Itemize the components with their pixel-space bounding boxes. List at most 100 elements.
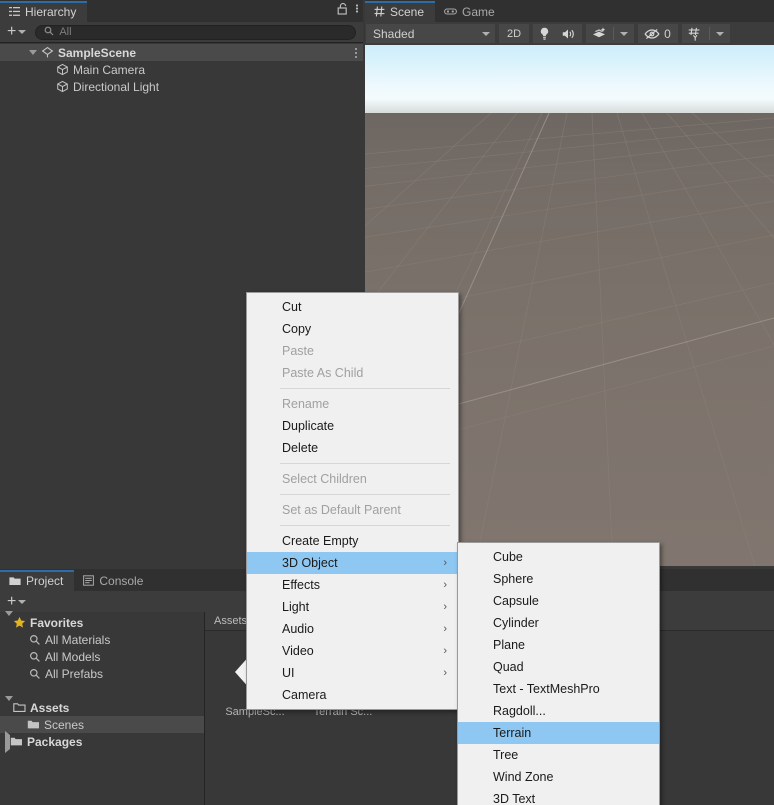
menu-item-label: Light — [282, 600, 310, 614]
menu-item-camera[interactable]: Camera — [247, 684, 458, 706]
tab-console-label: Console — [99, 573, 144, 588]
dimension-toggle-label: 2D — [507, 27, 522, 40]
menu-item-label: Text - TextMeshPro — [493, 682, 600, 696]
kebab-menu-icon[interactable] — [355, 2, 359, 20]
tab-game[interactable]: Game — [435, 1, 506, 22]
menu-item-label: UI — [282, 666, 295, 680]
project-tree-item-all-models[interactable]: All Models — [0, 648, 204, 665]
menu-item-light[interactable]: Light › — [247, 596, 458, 618]
project-tree: Favorites All Materials All Models All P… — [0, 610, 205, 805]
lightbulb-icon[interactable] — [533, 24, 556, 43]
submenu-item-tree[interactable]: Tree — [458, 744, 659, 766]
chevron-right-icon: › — [443, 557, 447, 569]
submenu-item-ragdoll[interactable]: Ragdoll... — [458, 700, 659, 722]
chevron-down-icon[interactable] — [710, 24, 730, 43]
menu-item-delete[interactable]: Delete — [247, 437, 458, 459]
menu-item-label: Delete — [282, 441, 319, 455]
speaker-icon[interactable] — [556, 24, 582, 43]
dimension-toggle-2d[interactable]: 2D — [499, 24, 530, 43]
menu-item-rename: Rename — [247, 393, 458, 415]
folder-open-icon — [13, 702, 26, 713]
menu-item-cut[interactable]: Cut — [247, 296, 458, 318]
search-icon — [44, 23, 54, 41]
expand-triangle-icon[interactable] — [26, 50, 39, 55]
eye-off-icon[interactable] — [638, 24, 663, 43]
submenu-item-cylinder[interactable]: Cylinder — [458, 612, 659, 634]
hierarchy-add-button[interactable]: + — [0, 23, 32, 42]
submenu-item-sphere[interactable]: Sphere — [458, 568, 659, 590]
submenu-item-wind-zone[interactable]: Wind Zone — [458, 766, 659, 788]
submenu-item-plane[interactable]: Plane — [458, 634, 659, 656]
submenu-item-cube[interactable]: Cube — [458, 546, 659, 568]
lock-open-icon[interactable] — [337, 2, 348, 20]
project-tree-label: All Prefabs — [45, 666, 104, 681]
chevron-down-icon — [18, 30, 27, 34]
hierarchy-item-label: Directional Light — [73, 79, 160, 94]
menu-item-3d-object[interactable]: 3D Object › — [247, 552, 458, 574]
submenu-item-3d-text[interactable]: 3D Text — [458, 788, 659, 805]
hierarchy-search-input[interactable]: All — [35, 23, 356, 41]
expand-triangle-icon[interactable] — [5, 610, 13, 630]
project-add-button[interactable]: + — [0, 592, 32, 611]
context-submenu-3d-object: Cube Sphere Capsule Cylinder Plane Quad … — [457, 542, 660, 805]
chevron-down-icon[interactable] — [614, 24, 634, 43]
chevron-right-icon: › — [443, 579, 447, 591]
scene-lighting-audio-group — [533, 24, 583, 43]
menu-item-duplicate[interactable]: Duplicate — [247, 415, 458, 437]
scene-icon — [41, 46, 54, 59]
gameobject-cube-icon — [56, 80, 69, 93]
project-tree-item-all-prefabs[interactable]: All Prefabs — [0, 665, 204, 682]
scene-visibility-group: 0 — [638, 24, 678, 43]
shading-mode-value: Shaded — [373, 26, 415, 41]
hierarchy-header-controls — [337, 0, 359, 21]
hierarchy-tabstrip: Hierarchy — [0, 0, 363, 22]
plus-icon: + — [7, 592, 17, 610]
tab-scene[interactable]: Scene — [365, 1, 436, 22]
effects-layers-icon[interactable] — [586, 24, 613, 43]
menu-item-label: 3D Object — [282, 556, 338, 570]
submenu-item-text-textmeshpro[interactable]: Text - TextMeshPro — [458, 678, 659, 700]
expand-triangle-icon[interactable] — [5, 695, 13, 715]
project-tree-item-packages[interactable]: Packages — [0, 730, 204, 753]
menu-item-label: Terrain — [493, 726, 532, 740]
menu-item-set-as-default-parent: Set as Default Parent — [247, 499, 458, 521]
shading-mode-dropdown[interactable]: Shaded — [366, 24, 495, 43]
menu-item-audio[interactable]: Audio › — [247, 618, 458, 640]
menu-item-label: Capsule — [493, 594, 539, 608]
menu-item-label: Sphere — [493, 572, 534, 586]
menu-item-effects[interactable]: Effects › — [247, 574, 458, 596]
menu-item-video[interactable]: Video › — [247, 640, 458, 662]
menu-separator — [280, 494, 450, 495]
menu-item-label: Set as Default Parent — [282, 503, 401, 517]
menu-item-ui[interactable]: UI › — [247, 662, 458, 684]
menu-item-copy[interactable]: Copy — [247, 318, 458, 340]
hierarchy-item-samplescene[interactable]: SampleScene — [0, 44, 363, 61]
submenu-item-capsule[interactable]: Capsule — [458, 590, 659, 612]
folder-icon — [27, 719, 40, 730]
menu-item-label: Audio — [282, 622, 314, 636]
hierarchy-item-directional-light[interactable]: Directional Light — [0, 78, 363, 95]
grid-snap-icon[interactable] — [682, 24, 709, 43]
submenu-item-terrain[interactable]: Terrain — [458, 722, 659, 744]
tab-hierarchy[interactable]: Hierarchy — [0, 1, 88, 22]
kebab-menu-icon[interactable] — [355, 47, 357, 58]
project-tree-item-all-materials[interactable]: All Materials — [0, 631, 204, 648]
menu-item-label: Plane — [493, 638, 525, 652]
star-icon — [13, 616, 26, 629]
chevron-down-icon — [18, 599, 27, 604]
tab-project[interactable]: Project — [0, 570, 75, 591]
hierarchy-item-main-camera[interactable]: Main Camera — [0, 61, 363, 78]
menu-item-label: 3D Text — [493, 792, 536, 805]
menu-item-create-empty[interactable]: Create Empty — [247, 530, 458, 552]
scene-view-toolbar: Shaded 2D 0 — [365, 22, 774, 45]
chevron-down-icon — [482, 31, 490, 36]
menu-item-paste: Paste — [247, 340, 458, 362]
project-tree-item-assets[interactable]: Assets — [0, 695, 204, 716]
project-tree-item-scenes[interactable]: Scenes — [0, 716, 204, 733]
menu-separator — [280, 525, 450, 526]
tab-console[interactable]: Console — [74, 570, 155, 591]
submenu-item-quad[interactable]: Quad — [458, 656, 659, 678]
chevron-right-icon: › — [443, 645, 447, 657]
project-tree-item-favorites[interactable]: Favorites — [0, 610, 204, 631]
console-icon — [83, 575, 95, 586]
